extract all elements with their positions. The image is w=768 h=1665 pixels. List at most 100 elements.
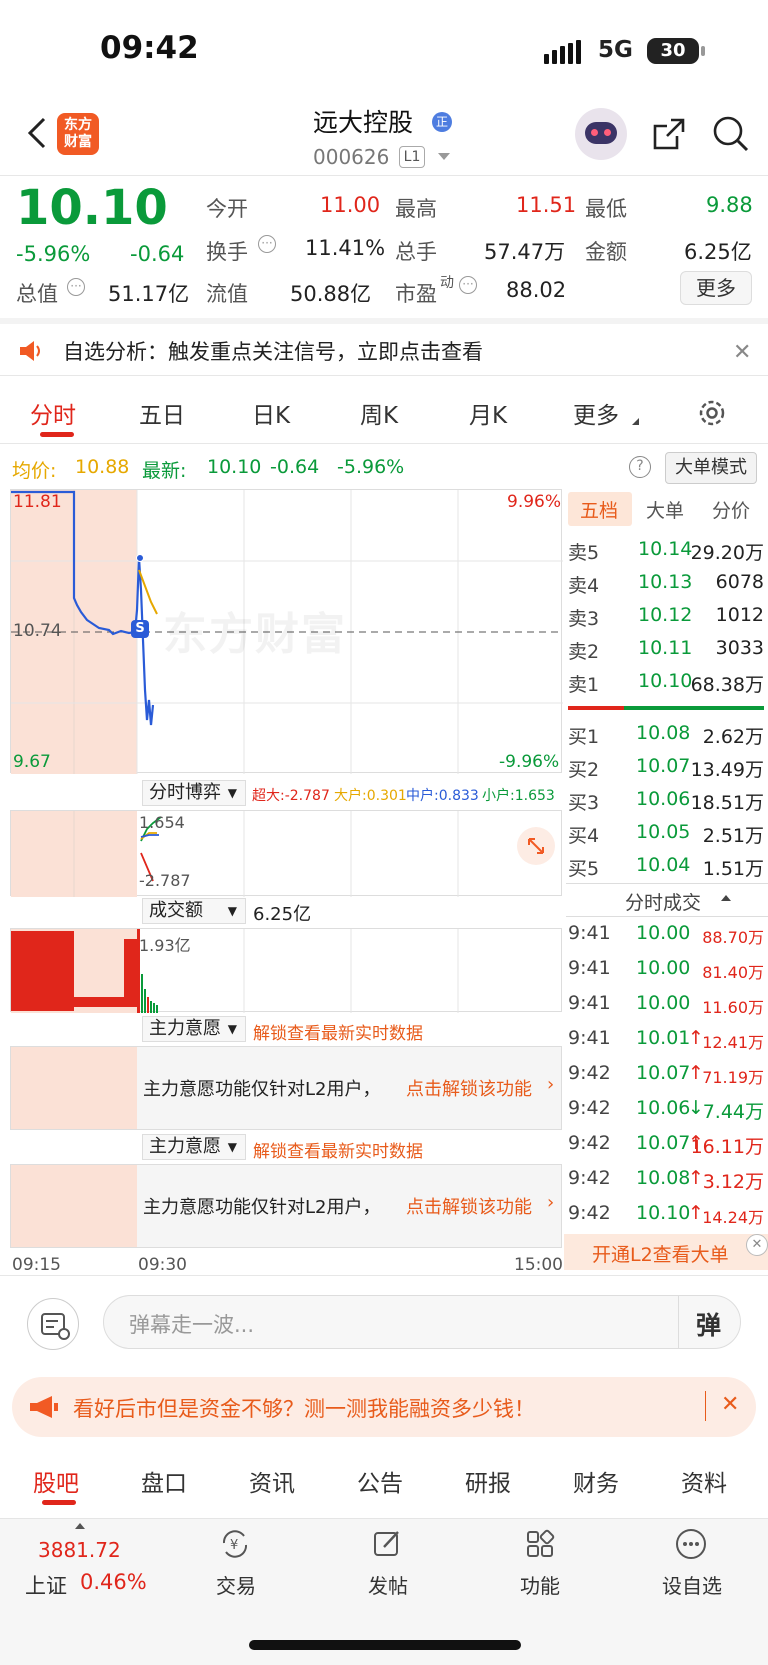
- side-tab-wudang[interactable]: 五档: [580, 496, 618, 523]
- ask-row: 卖1 10.10 68.38万: [568, 670, 764, 703]
- tab-caiwu[interactable]: 财务: [573, 1464, 619, 1498]
- intent-link-2[interactable]: 点击解锁该功能: [406, 1193, 532, 1219]
- l2-upgrade-link[interactable]: 开通L2查看大单: [592, 1240, 729, 1267]
- side-tab-dadan[interactable]: 大单: [646, 496, 684, 523]
- ask-label: 卖2: [568, 641, 600, 663]
- nav-gongneng[interactable]: 功能: [518, 1570, 562, 1599]
- tab-gonggao[interactable]: 公告: [357, 1464, 403, 1498]
- edit-post-icon[interactable]: [370, 1527, 404, 1561]
- more-dots-icon[interactable]: [674, 1527, 708, 1561]
- tab-more[interactable]: 更多: [573, 396, 619, 430]
- trade-vol: 88.70万: [702, 928, 764, 947]
- trade-price: 10.01: [636, 1027, 691, 1049]
- high-value: 11.51: [516, 193, 577, 217]
- bid-vol: 2.51万: [702, 825, 764, 847]
- y-min-label: 9.67: [13, 752, 51, 772]
- trade-vol: 12.41万: [702, 1033, 764, 1052]
- intent-dropdown-1[interactable]: 主力意愿 ▼: [142, 1016, 246, 1042]
- danmu-settings-icon[interactable]: [27, 1298, 79, 1350]
- intent-shade-1: [11, 1047, 137, 1129]
- trade-arrow: ↑: [688, 1167, 704, 1189]
- share-icon[interactable]: [651, 116, 687, 152]
- tab-pankou[interactable]: 盘口: [141, 1464, 187, 1498]
- tab-yanbao[interactable]: 研报: [465, 1464, 511, 1498]
- home-indicator[interactable]: [249, 1640, 521, 1650]
- l2-upgrade-bar[interactable]: 开通L2查看大单 ✕: [564, 1234, 768, 1270]
- tab-guba[interactable]: 股吧: [33, 1464, 79, 1498]
- info-icon[interactable]: ···: [258, 235, 276, 253]
- bid-label: 买3: [568, 792, 600, 814]
- side-tab-fenjia[interactable]: 分价: [712, 496, 750, 523]
- alert-text[interactable]: 自选分析：触发重点关注信号，立即点击查看: [63, 336, 483, 366]
- level-badge[interactable]: L1: [399, 146, 425, 168]
- search-icon[interactable]: [712, 115, 750, 153]
- more-button[interactable]: 更多: [680, 271, 752, 305]
- tab-wuri[interactable]: 五日: [139, 396, 185, 430]
- info-icon[interactable]: ···: [67, 278, 85, 296]
- ask-row: 卖2 10.11 3033: [568, 637, 764, 670]
- change-pct: -5.96%: [16, 242, 91, 266]
- tab-rik[interactable]: 日K: [252, 396, 290, 430]
- tab-fenshi[interactable]: 分时: [30, 396, 76, 430]
- battery-cap: [701, 46, 705, 56]
- trade-price: 10.06: [636, 1097, 691, 1119]
- chart-watermark: 东方财富: [163, 609, 347, 660]
- gear-icon[interactable]: [697, 398, 727, 428]
- intent-unlock-link-1[interactable]: 解锁查看最新实时数据: [253, 1019, 423, 1044]
- trade-vol: 7.44万: [702, 1101, 764, 1123]
- tab-indicator: [42, 1500, 76, 1505]
- amount-dropdown[interactable]: 成交额 ▼: [142, 898, 246, 924]
- latest-label: 最新:: [142, 460, 187, 482]
- nav-add-watchlist[interactable]: 设自选: [659, 1570, 725, 1599]
- chevron-right-icon: ›: [547, 1192, 555, 1213]
- mktcap-label: 总值: [16, 282, 58, 306]
- close-icon[interactable]: ✕: [733, 340, 751, 365]
- index-name[interactable]: 上证: [25, 1570, 67, 1600]
- chevron-down-icon[interactable]: [438, 153, 450, 160]
- intraday-chart[interactable]: 东方财富 11.81 10.74 9.67 9.96% -9.96% S: [10, 489, 563, 774]
- index-up-arrow-icon: [75, 1523, 85, 1529]
- trades-title[interactable]: 分时成交: [625, 888, 701, 915]
- index-pct[interactable]: 0.46%: [80, 1570, 147, 1594]
- banner-text: 看好后市但是资金不够？测一测我能融资多少钱！: [73, 1397, 535, 1421]
- big-order-mode-button[interactable]: 大单模式: [665, 452, 757, 484]
- index-value[interactable]: 3881.72: [38, 1538, 121, 1562]
- amount-chart[interactable]: 1.93亿: [10, 928, 562, 1013]
- low-label: 最低: [585, 197, 627, 221]
- nav-jiaoyi[interactable]: 交易: [214, 1570, 258, 1599]
- trade-time: 9:42: [568, 1097, 611, 1119]
- intent-label-1: 主力意愿: [149, 1018, 221, 1039]
- signal-icon: [544, 40, 588, 64]
- ask-vol: 68.38万: [690, 674, 764, 696]
- danmu-input[interactable]: 弹幕走一波... 弹: [103, 1295, 741, 1349]
- back-icon[interactable]: [24, 117, 50, 149]
- grid-apps-icon[interactable]: [523, 1527, 557, 1561]
- close-icon[interactable]: ✕: [746, 1234, 768, 1256]
- intent-link-1[interactable]: 点击解锁该功能: [406, 1075, 532, 1101]
- info-icon[interactable]: ···: [459, 276, 477, 294]
- expand-icon[interactable]: [517, 827, 555, 865]
- bid-label: 买2: [568, 759, 600, 781]
- tab-ziliao[interactable]: 资料: [681, 1464, 727, 1498]
- tab-yuek[interactable]: 月K: [469, 396, 507, 430]
- chevron-right-icon: ›: [547, 1074, 555, 1095]
- tab-zhouk[interactable]: 周K: [360, 396, 398, 430]
- sell-marker[interactable]: S: [131, 620, 149, 638]
- ask-label: 卖4: [568, 575, 600, 597]
- financing-banner[interactable]: 看好后市但是资金不够？测一测我能融资多少钱！ ✕: [12, 1377, 756, 1437]
- close-icon[interactable]: ✕: [721, 1392, 739, 1417]
- nav-fatie[interactable]: 发帖: [366, 1570, 410, 1599]
- robot-avatar[interactable]: [575, 108, 627, 160]
- boyi-dropdown[interactable]: 分时博弈 ▼: [142, 780, 246, 806]
- boyi-chart[interactable]: 1.654 -2.787: [10, 810, 562, 897]
- intent-unlock-link-2[interactable]: 解锁查看最新实时数据: [253, 1137, 423, 1162]
- megaphone-icon: [28, 1394, 60, 1420]
- tab-zixun[interactable]: 资讯: [249, 1464, 295, 1498]
- trade-price: 10.00: [636, 957, 691, 979]
- intent-dropdown-2[interactable]: 主力意愿 ▼: [142, 1134, 246, 1160]
- yuan-exchange-icon[interactable]: ¥: [218, 1527, 252, 1561]
- help-icon[interactable]: ?: [629, 456, 651, 478]
- danmu-send-button[interactable]: 弹: [696, 1306, 721, 1342]
- boyi-legend-zhonghu: 中户:0.833: [406, 788, 479, 804]
- intent-label-2: 主力意愿: [149, 1136, 221, 1157]
